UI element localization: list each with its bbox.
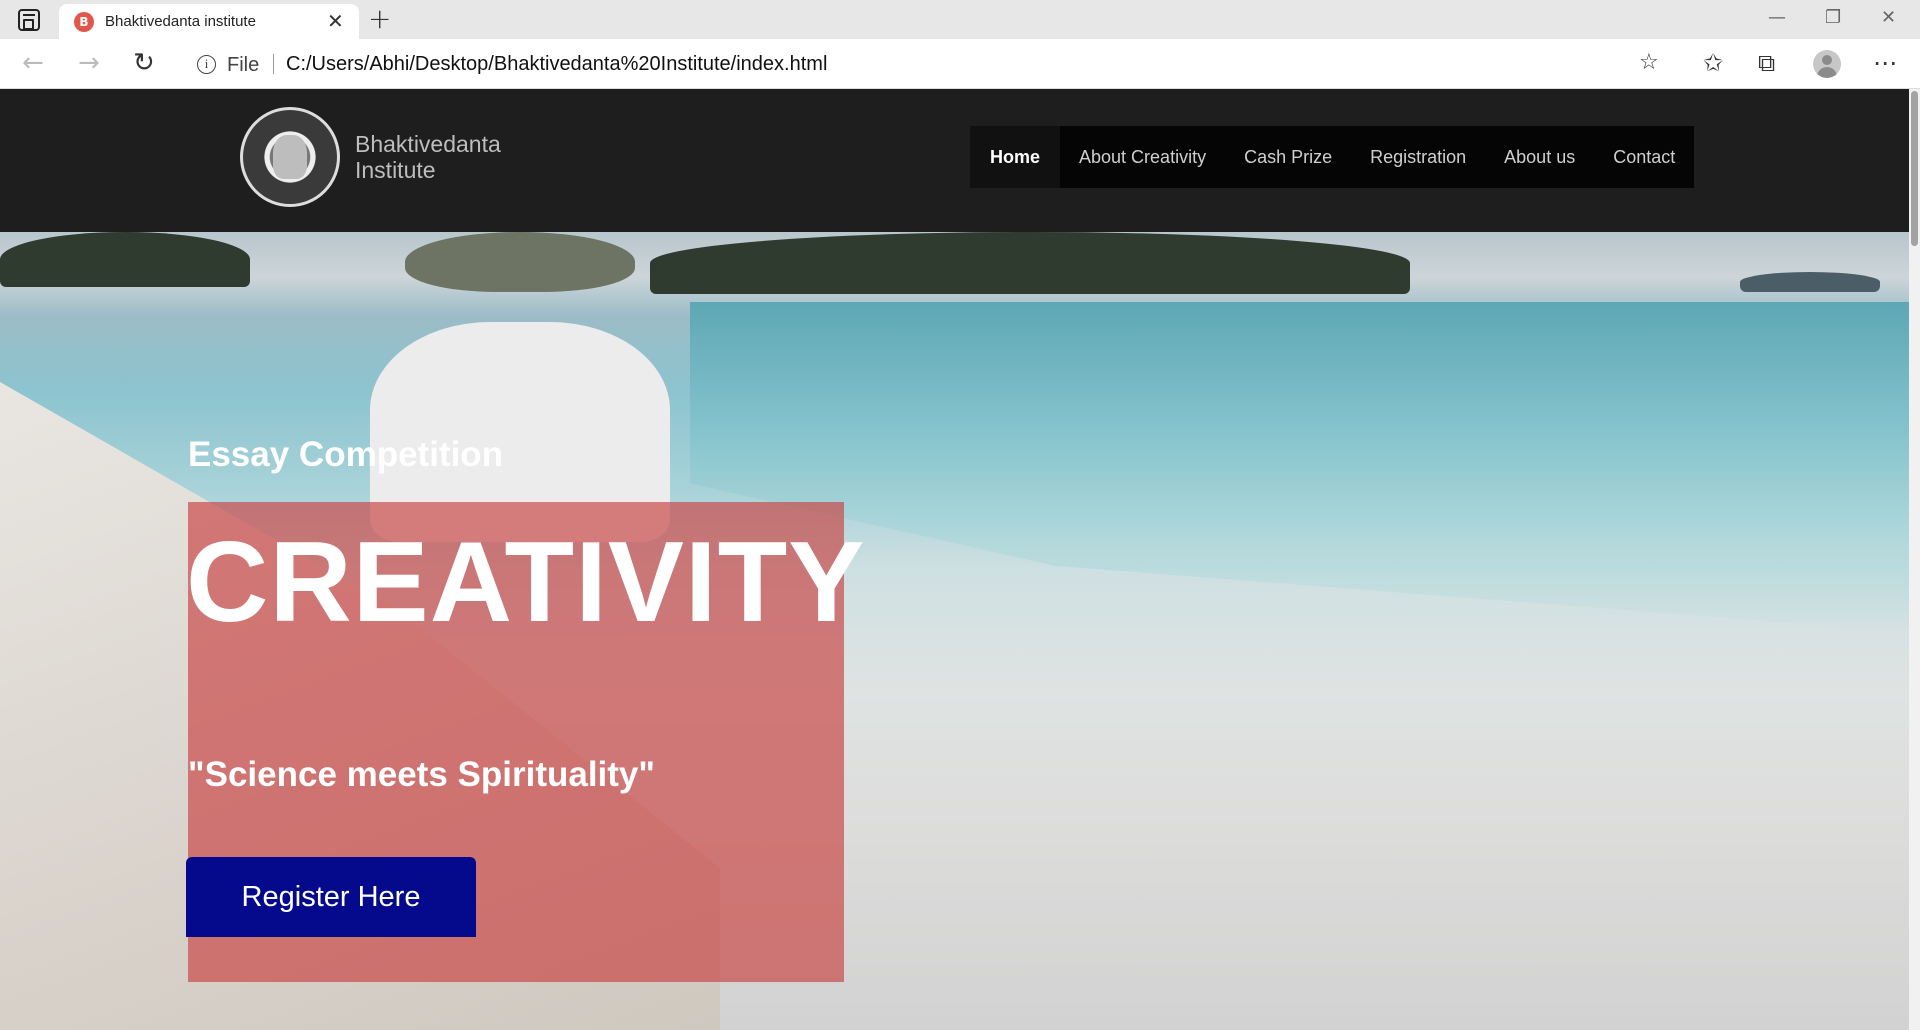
close-window-icon[interactable]: ✕: [1881, 6, 1896, 30]
restore-icon[interactable]: ❐: [1825, 6, 1841, 30]
hero-section: Essay Competition CREATIVITY "Science me…: [0, 232, 1909, 1030]
promo-tagline: "Science meets Spirituality": [188, 755, 655, 794]
nav-about-creativity[interactable]: About Creativity: [1060, 126, 1225, 188]
page-viewport: Bhaktivedanta Institute Home About Creat…: [0, 89, 1920, 1030]
hero-island: [650, 232, 1410, 294]
site-header: Bhaktivedanta Institute Home About Creat…: [0, 89, 1909, 232]
add-favorite-icon[interactable]: ☆: [1639, 50, 1659, 75]
hero-island: [0, 232, 250, 287]
forward-icon[interactable]: →: [78, 49, 100, 77]
main-nav: Home About Creativity Cash Prize Registr…: [970, 126, 1695, 188]
minimize-icon[interactable]: —: [1768, 6, 1786, 30]
new-tab-icon[interactable]: +: [368, 4, 391, 34]
address-separator: [273, 54, 274, 74]
hero-child-hat: [405, 232, 635, 292]
close-tab-icon[interactable]: ✕: [327, 10, 344, 32]
profile-avatar-icon[interactable]: [1813, 50, 1841, 78]
institute-logo[interactable]: [240, 107, 340, 207]
more-menu-icon[interactable]: ⋯: [1873, 49, 1897, 77]
register-button[interactable]: Register Here: [186, 857, 476, 937]
scrollbar-thumb[interactable]: [1911, 91, 1918, 246]
hero-sea-background: [690, 302, 1909, 632]
browser-toolbar: ← → ↻ i File C:/Users/Abhi/Desktop/Bhakt…: [0, 39, 1920, 89]
brand-line-2: Institute: [355, 157, 436, 183]
address-bar[interactable]: i File C:/Users/Abhi/Desktop/Bhaktivedan…: [179, 45, 1679, 83]
brand-line-1: Bhaktivedanta: [355, 131, 501, 157]
promo-subtitle: Essay Competition: [188, 435, 504, 474]
nav-registration[interactable]: Registration: [1351, 126, 1485, 188]
browser-tab-bar: B Bhaktivedanta institute ✕ + — ❐ ✕: [0, 0, 1920, 39]
info-icon[interactable]: i: [197, 55, 216, 74]
nav-about-us[interactable]: About us: [1485, 126, 1594, 188]
site-brand[interactable]: Bhaktivedanta Institute: [355, 131, 501, 183]
promo-title: CREATIVITY: [186, 519, 866, 646]
hero-island: [1740, 272, 1880, 292]
refresh-icon[interactable]: ↻: [133, 49, 155, 77]
tab-title: Bhaktivedanta institute: [105, 13, 256, 30]
tab-actions-icon[interactable]: [18, 9, 40, 31]
site-favicon-icon: B: [74, 12, 94, 32]
collections-icon[interactable]: ⧉: [1758, 49, 1775, 77]
back-icon[interactable]: ←: [22, 49, 44, 77]
file-scheme-label: File: [227, 54, 260, 76]
browser-tab[interactable]: B Bhaktivedanta institute ✕: [59, 4, 359, 39]
nav-home[interactable]: Home: [970, 126, 1061, 188]
nav-cash-prize[interactable]: Cash Prize: [1225, 126, 1351, 188]
nav-contact[interactable]: Contact: [1594, 126, 1694, 188]
page-scrollbar[interactable]: [1909, 89, 1920, 1030]
url-text[interactable]: C:/Users/Abhi/Desktop/Bhaktivedanta%20In…: [286, 53, 827, 76]
favorites-icon[interactable]: ✩: [1703, 49, 1723, 77]
